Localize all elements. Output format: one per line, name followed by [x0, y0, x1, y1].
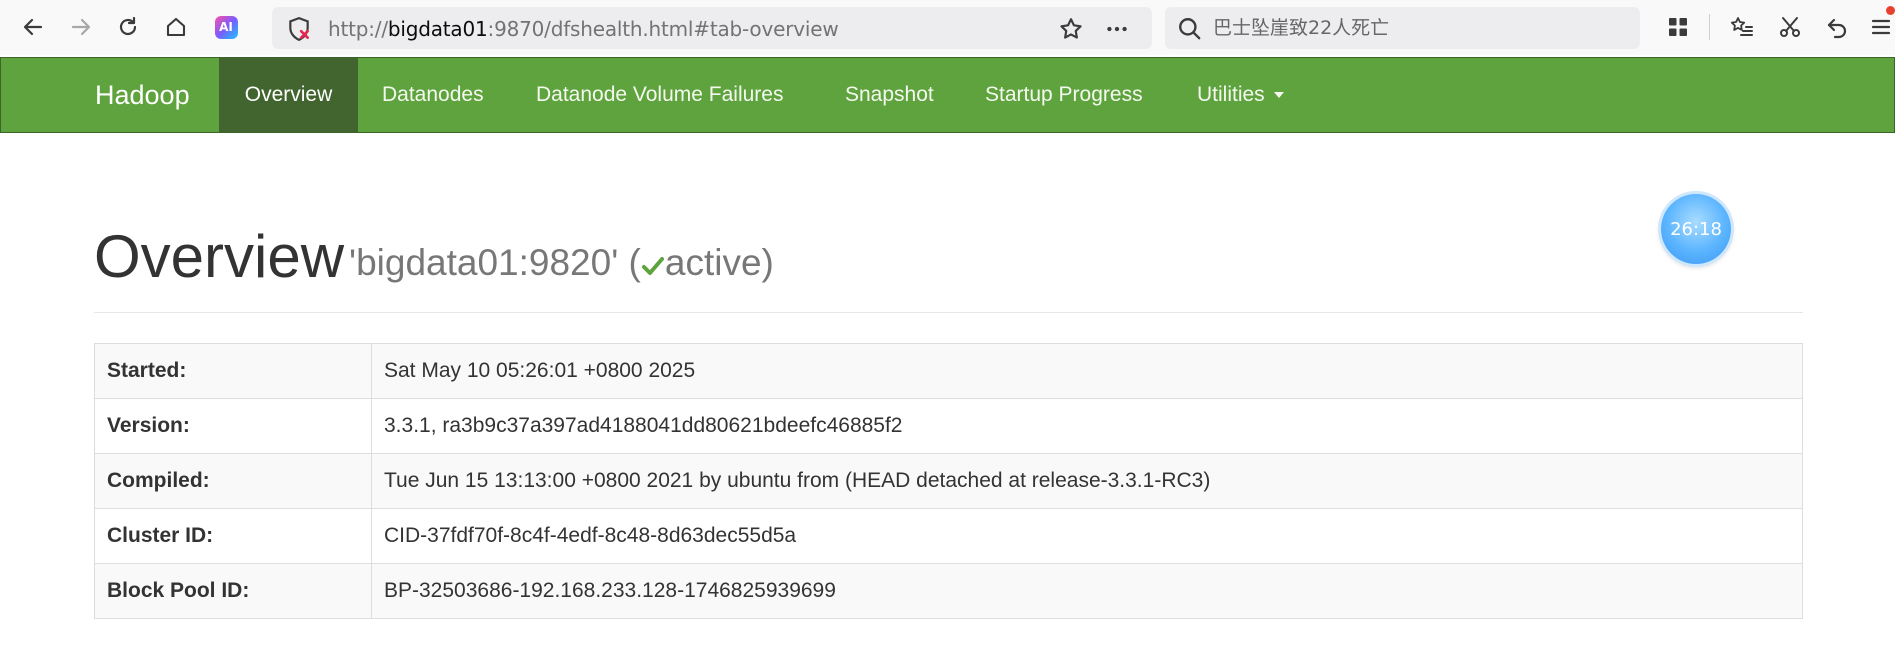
tab-startup-progress-label: Startup Progress — [985, 83, 1143, 106]
tab-utilities-dropdown[interactable]: Utilities — [1174, 58, 1307, 132]
forward-button[interactable] — [65, 11, 97, 43]
brand-logo[interactable]: Hadoop — [95, 80, 190, 111]
url-text[interactable]: http://bigdata01:9870/dfshealth.html#tab… — [328, 17, 839, 41]
back-button[interactable] — [17, 11, 49, 43]
tab-utilities-label: Utilities — [1197, 83, 1265, 106]
bookmark-star-icon[interactable] — [1058, 16, 1084, 42]
screenshot-button[interactable] — [1774, 11, 1806, 43]
tab-datanode-volume-failures[interactable]: Datanode Volume Failures — [513, 58, 806, 132]
arrow-left-icon — [23, 18, 43, 36]
namenode-host: 'bigdata01:9820' — [349, 242, 619, 283]
undo-icon — [1827, 18, 1847, 39]
row-label: Cluster ID: — [94, 508, 372, 564]
timer-badge[interactable]: 26:18 — [1661, 194, 1731, 264]
search-input[interactable] — [1213, 12, 1623, 44]
browser-toolbar: AI http://bigdata01:9870/dfshealth.html#… — [0, 0, 1895, 55]
arrow-right-icon — [71, 18, 91, 36]
row-value: CID-37fdf70f-8c4f-4edf-8c48-8d63dec55d5a — [371, 508, 1803, 564]
row-value: Tue Jun 15 13:13:00 +0800 2021 by ubuntu… — [371, 453, 1803, 509]
home-button[interactable] — [160, 11, 192, 43]
undo-button[interactable] — [1821, 11, 1853, 43]
row-value: BP-32503686-192.168.233.128-174682593969… — [371, 563, 1803, 619]
namenode-state: active — [664, 242, 762, 283]
star-list-icon — [1730, 17, 1753, 36]
open-paren: ( — [628, 242, 641, 283]
table-row: Block Pool ID: BP-32503686-192.168.233.1… — [94, 563, 1803, 619]
row-label: Compiled: — [94, 453, 372, 509]
overview-table: Started: Sat May 10 05:26:01 +0800 2025 … — [94, 343, 1803, 619]
tab-overview[interactable]: Overview — [219, 58, 358, 132]
tab-datanodes[interactable]: Datanodes — [359, 58, 507, 132]
row-label: Started: — [94, 343, 372, 399]
ai-icon: AI — [214, 15, 238, 39]
toolbar-divider — [1709, 14, 1710, 40]
search-bar[interactable] — [1165, 7, 1640, 49]
tab-overview-label: Overview — [244, 83, 333, 106]
check-icon — [641, 257, 664, 275]
tab-datanode-volume-failures-label: Datanode Volume Failures — [536, 83, 784, 106]
caret-down-icon — [1273, 92, 1284, 98]
tab-snapshot-label: Snapshot — [845, 83, 934, 106]
table-row: Started: Sat May 10 05:26:01 +0800 2025 — [94, 343, 1803, 399]
grid-apps-icon — [1669, 18, 1687, 36]
scissors-icon — [1780, 17, 1800, 37]
reload-icon — [119, 16, 137, 36]
tab-snapshot[interactable]: Snapshot — [822, 58, 957, 132]
hamburger-menu-icon — [1871, 19, 1890, 35]
menu-button[interactable] — [1866, 11, 1895, 43]
ai-assistant-button[interactable]: AI — [210, 11, 242, 43]
close-paren: ) — [761, 242, 774, 283]
notification-dot — [1886, 6, 1895, 15]
table-row: Version: 3.3.1, ra3b9c37a397ad4188041dd8… — [94, 398, 1803, 454]
home-icon — [166, 17, 186, 37]
tab-startup-progress[interactable]: Startup Progress — [962, 58, 1166, 132]
url-bar[interactable]: http://bigdata01:9870/dfshealth.html#tab… — [272, 7, 1152, 49]
page-header: Overview 'bigdata01:9820' ( active) — [94, 218, 1803, 313]
table-row: Cluster ID: CID-37fdf70f-8c4f-4edf-8c48-… — [94, 508, 1803, 564]
reload-button[interactable] — [112, 11, 144, 43]
more-options-icon[interactable] — [1104, 16, 1130, 42]
row-value: 3.3.1, ra3b9c37a397ad4188041dd80621bdeef… — [371, 398, 1803, 454]
extensions-button[interactable] — [1662, 11, 1694, 43]
search-icon — [1179, 18, 1201, 40]
row-value: Sat May 10 05:26:01 +0800 2025 — [371, 343, 1803, 399]
page-title: Overview — [94, 223, 345, 290]
hadoop-navbar: Hadoop Overview Datanodes Datanode Volum… — [0, 57, 1895, 133]
row-label: Block Pool ID: — [94, 563, 372, 619]
row-label: Version: — [94, 398, 372, 454]
namenode-subtitle: 'bigdata01:9820' ( active) — [349, 242, 774, 284]
insecure-shield-icon — [289, 17, 309, 42]
tab-datanodes-label: Datanodes — [382, 83, 484, 106]
favorites-button[interactable] — [1726, 11, 1758, 43]
table-row: Compiled: Tue Jun 15 13:13:00 +0800 2021… — [94, 453, 1803, 509]
